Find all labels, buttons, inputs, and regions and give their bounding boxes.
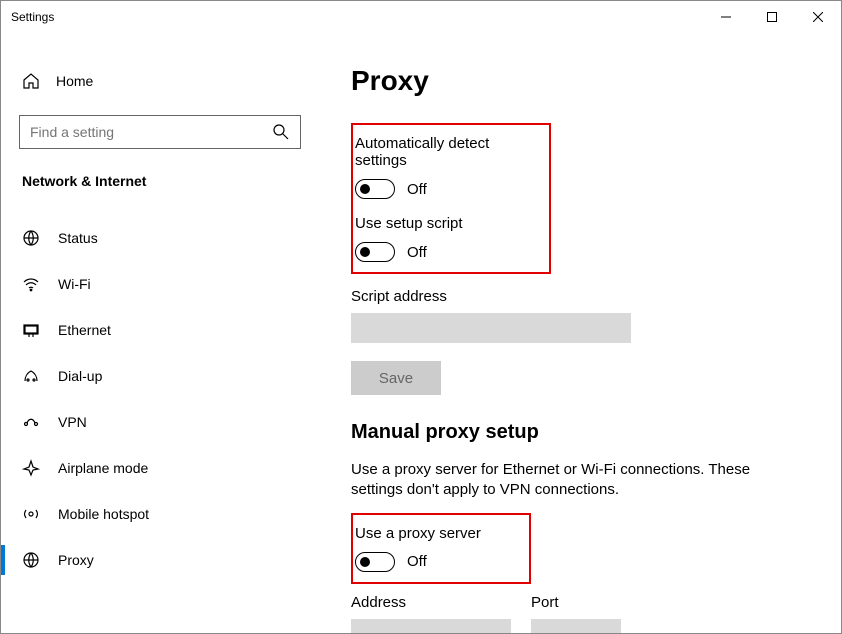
settings-window: Settings Home Network & Internet <box>0 0 842 634</box>
sidebar-item-label: Ethernet <box>58 322 111 338</box>
setup-script-setting: Use setup script Off <box>355 215 541 262</box>
setup-script-state: Off <box>407 244 427 261</box>
script-address-input[interactable] <box>351 313 631 343</box>
wifi-icon <box>22 275 40 293</box>
auto-detect-label: Automatically detect settings <box>355 135 541 169</box>
address-input[interactable] <box>351 619 511 634</box>
page-title: Proxy <box>351 65 811 97</box>
sidebar-item-ethernet[interactable]: Ethernet <box>19 307 303 353</box>
sidebar-item-vpn[interactable]: VPN <box>19 399 303 445</box>
script-address-label: Script address <box>351 288 811 305</box>
section-heading: Network & Internet <box>19 173 303 189</box>
auto-detect-setting: Automatically detect settings Off <box>355 135 541 199</box>
manual-proxy-highlight: Use a proxy server Off <box>351 513 531 584</box>
sidebar: Home Network & Internet Status Wi-Fi <box>1 33 321 633</box>
sidebar-item-label: Wi-Fi <box>58 276 91 292</box>
manual-proxy-desc: Use a proxy server for Ethernet or Wi-Fi… <box>351 460 791 501</box>
manual-proxy-heading: Manual proxy setup <box>351 421 811 444</box>
airplane-icon <box>22 459 40 477</box>
home-icon <box>22 72 40 90</box>
search-icon <box>272 123 290 141</box>
home-link[interactable]: Home <box>19 61 303 101</box>
ethernet-icon <box>22 321 40 339</box>
use-proxy-toggle[interactable] <box>355 552 395 572</box>
main-panel: Proxy Automatically detect settings Off … <box>321 33 841 633</box>
setup-script-label: Use setup script <box>355 215 541 232</box>
sidebar-item-label: Dial-up <box>58 368 102 384</box>
sidebar-item-label: Mobile hotspot <box>58 506 149 522</box>
search-input[interactable] <box>30 124 272 140</box>
address-port-row: Address Port <box>351 594 811 634</box>
content-area: Home Network & Internet Status Wi-Fi <box>1 33 841 633</box>
hotspot-icon <box>22 505 40 523</box>
use-proxy-label: Use a proxy server <box>355 525 521 542</box>
window-controls <box>703 1 841 33</box>
port-input[interactable] <box>531 619 621 634</box>
status-icon <box>22 229 40 247</box>
search-box[interactable] <box>19 115 301 149</box>
sidebar-item-label: VPN <box>58 414 87 430</box>
save-button[interactable]: Save <box>351 361 441 395</box>
sidebar-item-wifi[interactable]: Wi-Fi <box>19 261 303 307</box>
sidebar-item-dialup[interactable]: Dial-up <box>19 353 303 399</box>
proxy-icon <box>22 551 40 569</box>
auto-proxy-highlight: Automatically detect settings Off Use se… <box>351 123 551 274</box>
address-label: Address <box>351 594 511 611</box>
sidebar-item-status[interactable]: Status <box>19 215 303 261</box>
sidebar-item-proxy[interactable]: Proxy <box>19 537 303 583</box>
auto-detect-state: Off <box>407 181 427 198</box>
sidebar-item-label: Status <box>58 230 98 246</box>
vpn-icon <box>22 413 40 431</box>
window-title: Settings <box>11 10 54 24</box>
port-label: Port <box>531 594 621 611</box>
maximize-button[interactable] <box>749 1 795 33</box>
titlebar: Settings <box>1 1 841 33</box>
nav-list: Status Wi-Fi Ethernet Dial-up VPN <box>19 215 303 583</box>
sidebar-item-label: Airplane mode <box>58 460 148 476</box>
close-button[interactable] <box>795 1 841 33</box>
setup-script-toggle[interactable] <box>355 242 395 262</box>
minimize-button[interactable] <box>703 1 749 33</box>
sidebar-item-airplane[interactable]: Airplane mode <box>19 445 303 491</box>
sidebar-item-label: Proxy <box>58 552 94 568</box>
dialup-icon <box>22 367 40 385</box>
use-proxy-state: Off <box>407 553 427 570</box>
sidebar-item-hotspot[interactable]: Mobile hotspot <box>19 491 303 537</box>
home-label: Home <box>56 73 93 89</box>
auto-detect-toggle[interactable] <box>355 179 395 199</box>
